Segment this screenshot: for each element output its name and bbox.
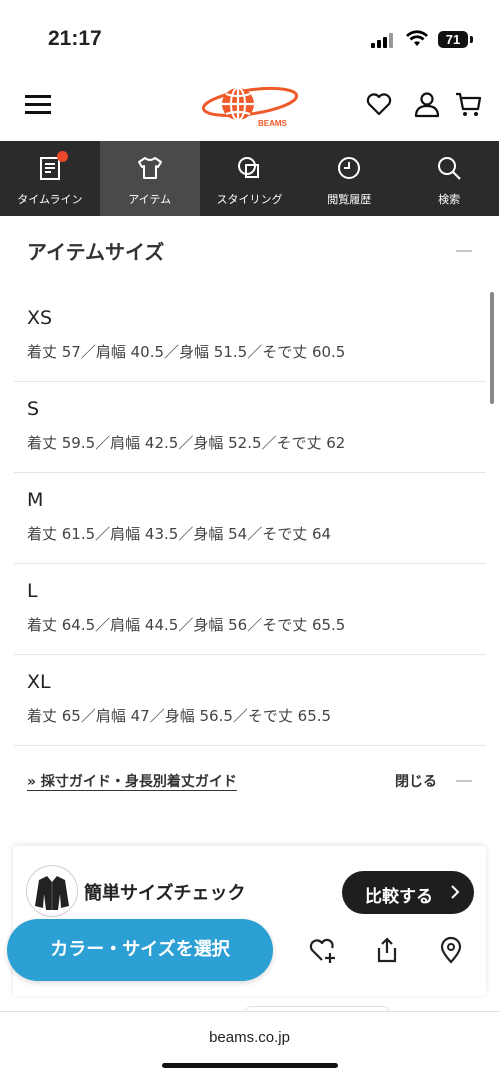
- status-time: 21:17: [48, 27, 102, 50]
- size-check-title: 簡単サイズチェック: [84, 883, 246, 904]
- tab-search[interactable]: 検索: [399, 141, 499, 216]
- select-color-size-button[interactable]: カラー・サイズを選択: [7, 919, 273, 981]
- tab-history[interactable]: 閲覧履歴: [299, 141, 399, 216]
- share-icon[interactable]: [373, 936, 401, 964]
- tab-timeline[interactable]: タイムライン: [0, 141, 100, 216]
- url-text: beams.co.jp: [209, 1029, 290, 1046]
- main-tabbar: タイムライン アイテム スタイリング 閲覧履歴 検索: [0, 141, 499, 216]
- tab-label: スタイリング: [216, 193, 283, 206]
- size-name: S: [27, 398, 40, 420]
- app-header: BEAMS: [0, 70, 499, 141]
- wifi-icon: [406, 30, 428, 46]
- styling-icon: [238, 157, 260, 178]
- size-name: M: [27, 489, 44, 511]
- size-list: XS 着丈 57／肩幅 40.5／身幅 51.5／そで丈 60.5 S 着丈 5…: [14, 291, 486, 746]
- size-name: L: [27, 580, 38, 602]
- size-name: XL: [27, 671, 51, 693]
- scrollbar[interactable]: [490, 292, 494, 404]
- size-guide-link[interactable]: » 採寸ガイド・身長別着丈ガイド: [27, 771, 237, 791]
- size-detail: 着丈 61.5／肩幅 43.5／身幅 54／そで丈 64: [27, 525, 332, 543]
- size-row: L 着丈 64.5／肩幅 44.5／身幅 56／そで丈 65.5: [14, 564, 486, 655]
- tab-label: タイムライン: [17, 193, 83, 206]
- collapse-toggle[interactable]: [456, 250, 472, 252]
- tab-label: 検索: [438, 193, 461, 206]
- favorite-heart-icon[interactable]: [365, 90, 393, 118]
- size-detail: 着丈 64.5／肩幅 44.5／身幅 56／そで丈 65.5: [27, 616, 346, 634]
- size-name: XS: [27, 307, 53, 329]
- size-detail: 着丈 65／肩幅 47／身幅 56.5／そで丈 65.5: [27, 707, 332, 725]
- product-thumbnail: [26, 865, 78, 917]
- tab-label: アイテム: [128, 193, 172, 206]
- battery-indicator: 71: [438, 31, 468, 48]
- section-title: アイテムサイズ: [27, 240, 165, 264]
- store-location-icon[interactable]: [437, 936, 465, 964]
- size-detail: 着丈 59.5／肩幅 42.5／身幅 52.5／そで丈 62: [27, 434, 346, 452]
- close-dash-icon[interactable]: [456, 780, 472, 782]
- tab-item[interactable]: アイテム: [99, 141, 200, 216]
- jacket-image-icon: [35, 876, 69, 910]
- menu-button[interactable]: [25, 95, 51, 115]
- battery-tip: [470, 36, 473, 43]
- size-detail: 着丈 57／肩幅 40.5／身幅 51.5／そで丈 60.5: [27, 343, 346, 361]
- favorite-add-icon[interactable]: [309, 936, 337, 964]
- tab-label: 閲覧履歴: [327, 193, 372, 206]
- size-row: S 着丈 59.5／肩幅 42.5／身幅 52.5／そで丈 62: [14, 382, 486, 473]
- notification-dot: [57, 151, 68, 162]
- cellular-signal-icon: [371, 32, 397, 48]
- clock-icon: [338, 157, 361, 179]
- cart-icon[interactable]: [455, 90, 483, 118]
- account-icon[interactable]: [413, 90, 441, 118]
- logo-text: BEAMS: [258, 119, 288, 128]
- tshirt-icon: [137, 157, 162, 179]
- home-indicator[interactable]: [162, 1063, 338, 1068]
- compare-button[interactable]: 比較する: [342, 871, 474, 914]
- tab-styling[interactable]: スタイリング: [200, 141, 300, 216]
- beams-logo[interactable]: BEAMS: [200, 82, 300, 130]
- status-bar: 21:17 71: [0, 0, 499, 70]
- search-icon: [438, 157, 461, 180]
- browser-url-bar[interactable]: beams.co.jp: [0, 1011, 499, 1081]
- size-row: XS 着丈 57／肩幅 40.5／身幅 51.5／そで丈 60.5: [14, 291, 486, 382]
- size-row: XL 着丈 65／肩幅 47／身幅 56.5／そで丈 65.5: [14, 655, 486, 746]
- size-row: M 着丈 61.5／肩幅 43.5／身幅 54／そで丈 64: [14, 473, 486, 564]
- chevron-right-icon: [451, 885, 460, 899]
- compare-label: 比較する: [365, 887, 433, 907]
- close-button[interactable]: 閉じる: [395, 771, 437, 791]
